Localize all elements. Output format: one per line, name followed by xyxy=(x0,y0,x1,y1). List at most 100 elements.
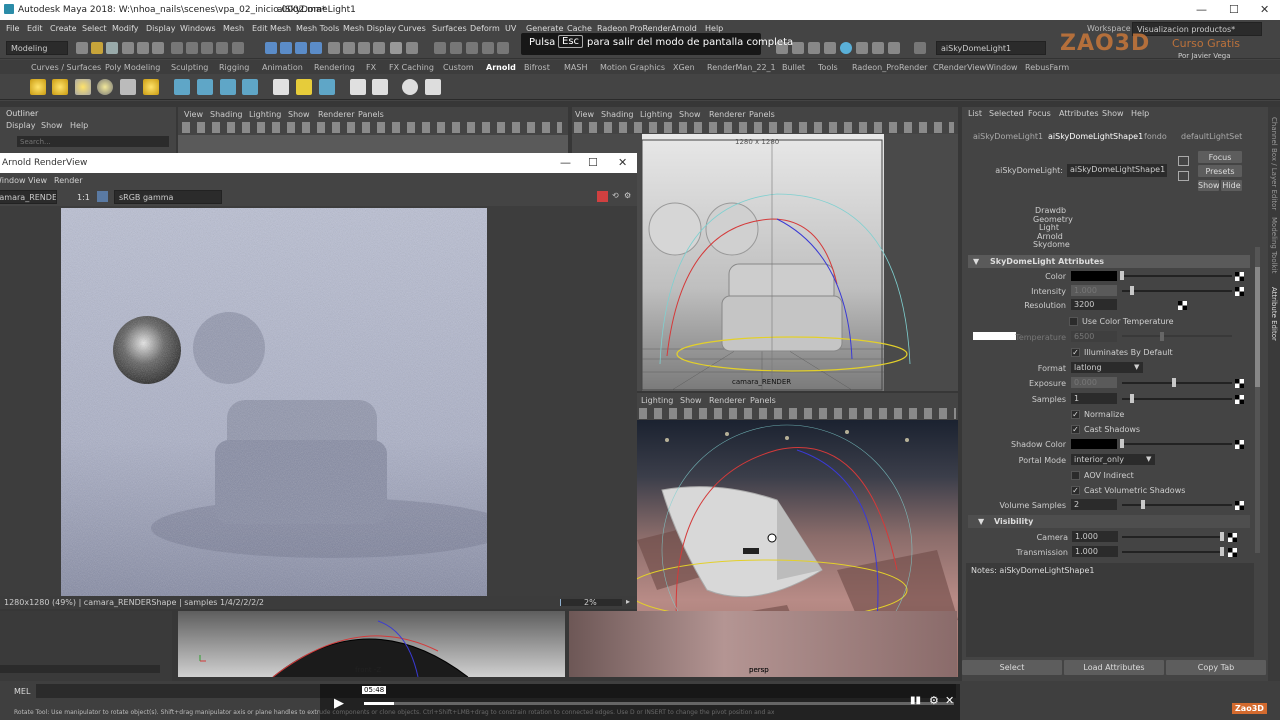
ae-aov-indirect-checkbox[interactable] xyxy=(1071,471,1080,480)
ae-volume-samples-field[interactable]: 2 xyxy=(1071,499,1117,510)
menu-surfaces[interactable]: Surfaces xyxy=(432,24,467,33)
vp3-menu-show[interactable]: Show xyxy=(680,396,702,405)
vp2-menu-view[interactable]: View xyxy=(575,110,594,119)
ae-intensity-slider-knob[interactable] xyxy=(1130,286,1134,295)
lock-icon[interactable] xyxy=(390,42,402,54)
renderview-colorspace-dropdown[interactable]: sRGB gamma xyxy=(114,190,222,204)
menu-arnold[interactable]: Arnold xyxy=(671,24,697,33)
ae-resolution-map-icon[interactable] xyxy=(1178,301,1187,310)
ae-temperature-slider[interactable] xyxy=(1122,335,1232,337)
vp1-menu-show[interactable]: Show xyxy=(288,110,310,119)
snap-surface-icon[interactable] xyxy=(328,42,340,54)
skydome-light-icon[interactable] xyxy=(97,79,113,95)
select-component-icon[interactable] xyxy=(201,42,213,54)
vp1-menu-shading[interactable]: Shading xyxy=(210,110,243,119)
ae-exposure-map-icon[interactable] xyxy=(1235,379,1244,388)
ae-shadow-color-map-icon[interactable] xyxy=(1235,440,1244,449)
history-icon[interactable] xyxy=(358,42,370,54)
new-scene-icon[interactable] xyxy=(76,42,88,54)
render-view-icon[interactable] xyxy=(497,42,509,54)
snap-live-icon[interactable] xyxy=(343,42,355,54)
menu-windows[interactable]: Windows xyxy=(180,24,216,33)
shelf-tab-arnold[interactable]: Arnold xyxy=(486,63,516,72)
render-settings-icon[interactable] xyxy=(466,42,478,54)
renderview-scroll-right-icon[interactable]: ▸ xyxy=(626,597,630,606)
ae-exposure-slider[interactable] xyxy=(1122,382,1232,384)
outliner-menu-help[interactable]: Help xyxy=(70,121,88,130)
outliner-menu-show[interactable]: Show xyxy=(41,121,63,130)
pause-icon[interactable] xyxy=(888,42,900,54)
side-tab-attribute-editor[interactable]: Attribute Editor xyxy=(1270,287,1278,341)
ae-scrollbar-thumb[interactable] xyxy=(1255,267,1260,387)
render-view-shelf-icon[interactable] xyxy=(273,79,289,95)
renderview-menu-render[interactable]: Render xyxy=(54,176,82,185)
ae-volume-samples-slider-knob[interactable] xyxy=(1141,500,1145,509)
menu-curves[interactable]: Curves xyxy=(398,24,426,33)
renderview-camera-dropdown[interactable]: camara_RENDERShape xyxy=(0,190,57,204)
ae-format-chevron-down-icon[interactable]: ▼ xyxy=(1134,363,1139,371)
menu-select[interactable]: Select xyxy=(82,24,107,33)
vp3-menu-renderer[interactable]: Renderer xyxy=(709,396,746,405)
vp3-menu-panels[interactable]: Panels xyxy=(750,396,776,405)
ae-shadow-color-swatch[interactable] xyxy=(1071,439,1117,449)
ae-show-button[interactable]: Show xyxy=(1198,180,1220,191)
menu-edit[interactable]: Edit xyxy=(27,24,43,33)
shelf-tab-animation[interactable]: Animation xyxy=(262,63,303,72)
ae-transmission-slider-knob[interactable] xyxy=(1220,547,1224,556)
renderview-display-icon[interactable] xyxy=(97,191,108,202)
side-tab-channel-box[interactable]: Channel Box / Layer Editor xyxy=(1270,117,1278,210)
ae-menu-show[interactable]: Show xyxy=(1102,109,1124,118)
video-seekbar[interactable] xyxy=(364,702,954,705)
render-frame-icon[interactable] xyxy=(434,42,446,54)
ae-resolution-field[interactable]: 3200 xyxy=(1071,299,1117,310)
vp2-menu-lighting[interactable]: Lighting xyxy=(640,110,672,119)
open-scene-icon[interactable] xyxy=(91,42,103,54)
ae-menu-attributes[interactable]: Attributes xyxy=(1059,109,1099,118)
construction-history-icon[interactable] xyxy=(406,42,418,54)
mel-label[interactable]: MEL xyxy=(14,687,30,696)
ae-notes-area[interactable]: Notes: aiSkyDomeLightShape1 xyxy=(966,563,1254,657)
snap-curve-icon[interactable] xyxy=(280,42,292,54)
menu-mesh-tools[interactable]: Mesh Tools xyxy=(296,24,339,33)
shelf-tab-tools[interactable]: Tools xyxy=(818,63,838,72)
export-ass-icon[interactable] xyxy=(242,79,258,95)
ae-temperature-field[interactable]: 6500 xyxy=(1071,331,1117,342)
shelf-tab-motion-graphics[interactable]: Motion Graphics xyxy=(600,63,665,72)
menu-generate[interactable]: Generate xyxy=(526,24,563,33)
toggle-channel-icon[interactable] xyxy=(856,42,868,54)
ae-section-skydome[interactable]: ▼ SkyDomeLight Attributes xyxy=(968,255,1250,268)
menu-mesh[interactable]: Mesh xyxy=(223,24,244,33)
outliner-list-area[interactable] xyxy=(0,611,172,681)
snap-point-icon[interactable] xyxy=(295,42,307,54)
vp2-menu-renderer[interactable]: Renderer xyxy=(709,110,746,119)
ae-format-dropdown[interactable]: latlong xyxy=(1071,362,1143,373)
shelf-tab-fx[interactable]: FX xyxy=(366,63,376,72)
shelf-tab-bifrost[interactable]: Bifrost xyxy=(524,63,550,72)
ae-camera-slider[interactable] xyxy=(1122,536,1224,538)
ae-cast-shadows-checkbox[interactable]: ✓ xyxy=(1071,425,1080,434)
ae-samples-slider[interactable] xyxy=(1122,398,1232,400)
ae-portal-chevron-down-icon[interactable]: ▼ xyxy=(1146,455,1151,463)
shelf-tab-bullet[interactable]: Bullet xyxy=(782,63,805,72)
volume-icon[interactable]: ▮▮ xyxy=(910,695,921,706)
hypershade-icon[interactable] xyxy=(482,42,494,54)
renderview-stop-icon[interactable] xyxy=(597,191,608,202)
rendered-image[interactable] xyxy=(61,208,487,596)
renderview-settings-icon[interactable]: ⚙ xyxy=(624,191,631,200)
vp2-menu-show[interactable]: Show xyxy=(679,110,701,119)
menu-radeon[interactable]: Radeon ProRender xyxy=(597,24,671,33)
save-icon[interactable] xyxy=(122,42,134,54)
standin-icon[interactable] xyxy=(174,79,190,95)
ae-transmission-field[interactable]: 1.000 xyxy=(1072,546,1118,557)
select-hierarchy-icon[interactable] xyxy=(171,42,183,54)
ae-transmission-map-icon[interactable] xyxy=(1228,548,1237,557)
shelf-tab-xgen[interactable]: XGen xyxy=(673,63,695,72)
ae-goto-input-icon[interactable] xyxy=(1178,156,1189,166)
ae-select-button[interactable]: Select xyxy=(962,660,1062,675)
menu-mesh-display[interactable]: Mesh Display xyxy=(343,24,396,33)
close-icon[interactable]: ✕ xyxy=(1260,3,1269,16)
video-settings-icon[interactable]: ⚙ xyxy=(929,694,939,707)
ae-intensity-map-icon[interactable] xyxy=(1235,287,1244,296)
menu-help[interactable]: Help xyxy=(705,24,723,33)
select-object-icon[interactable] xyxy=(186,42,198,54)
